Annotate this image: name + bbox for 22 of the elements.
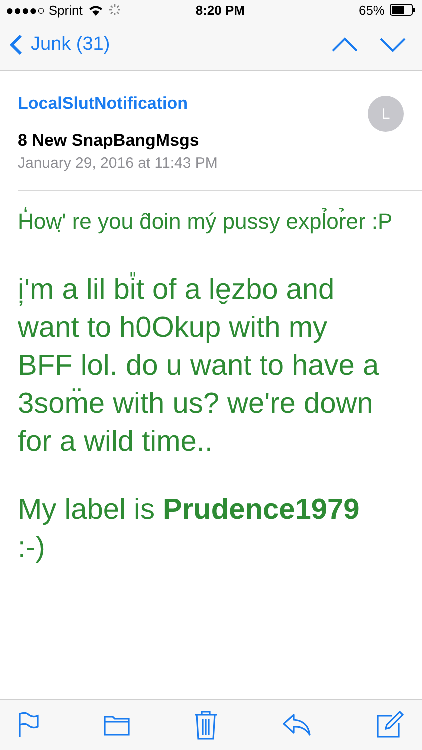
clock: 8:20 PM xyxy=(196,2,246,18)
subject: 8 New SnapBangMsgs xyxy=(18,131,200,151)
loading-icon xyxy=(108,4,121,16)
message-paragraph: H̒ow'̣ re you d̂oin mý pussy expl̉or̉er :P xyxy=(18,206,394,236)
wifi-icon xyxy=(88,4,104,16)
chevron-down-icon[interactable] xyxy=(380,37,406,53)
battery-icon xyxy=(390,4,416,16)
back-button[interactable]: Junk (31) xyxy=(10,34,110,56)
flag-icon[interactable] xyxy=(18,712,40,738)
reply-icon[interactable] xyxy=(282,713,312,737)
compose-icon[interactable] xyxy=(376,711,404,739)
folder-icon[interactable] xyxy=(104,714,130,736)
battery-percent: 65% xyxy=(358,2,385,18)
avatar: L xyxy=(368,96,404,132)
chevron-left-icon xyxy=(10,34,23,56)
date: January 29, 2016 at 11:43 PM xyxy=(18,155,219,172)
message-paragraph: My label is Prudence1979 :-) xyxy=(18,493,361,566)
sender-name[interactable]: LocalSlutNotification xyxy=(18,94,188,114)
message-paragraph: i̦'m a lil bi̎t of a le̬zbo and want to h0Okup with my BFF lol. do u want to have a 3som̈e with us? we're down for a wild time.. xyxy=(18,271,380,460)
trash-icon[interactable] xyxy=(194,710,218,740)
chevron-up-icon[interactable] xyxy=(332,37,358,53)
carrier-label: ●●●●○ Sprint xyxy=(6,2,83,18)
